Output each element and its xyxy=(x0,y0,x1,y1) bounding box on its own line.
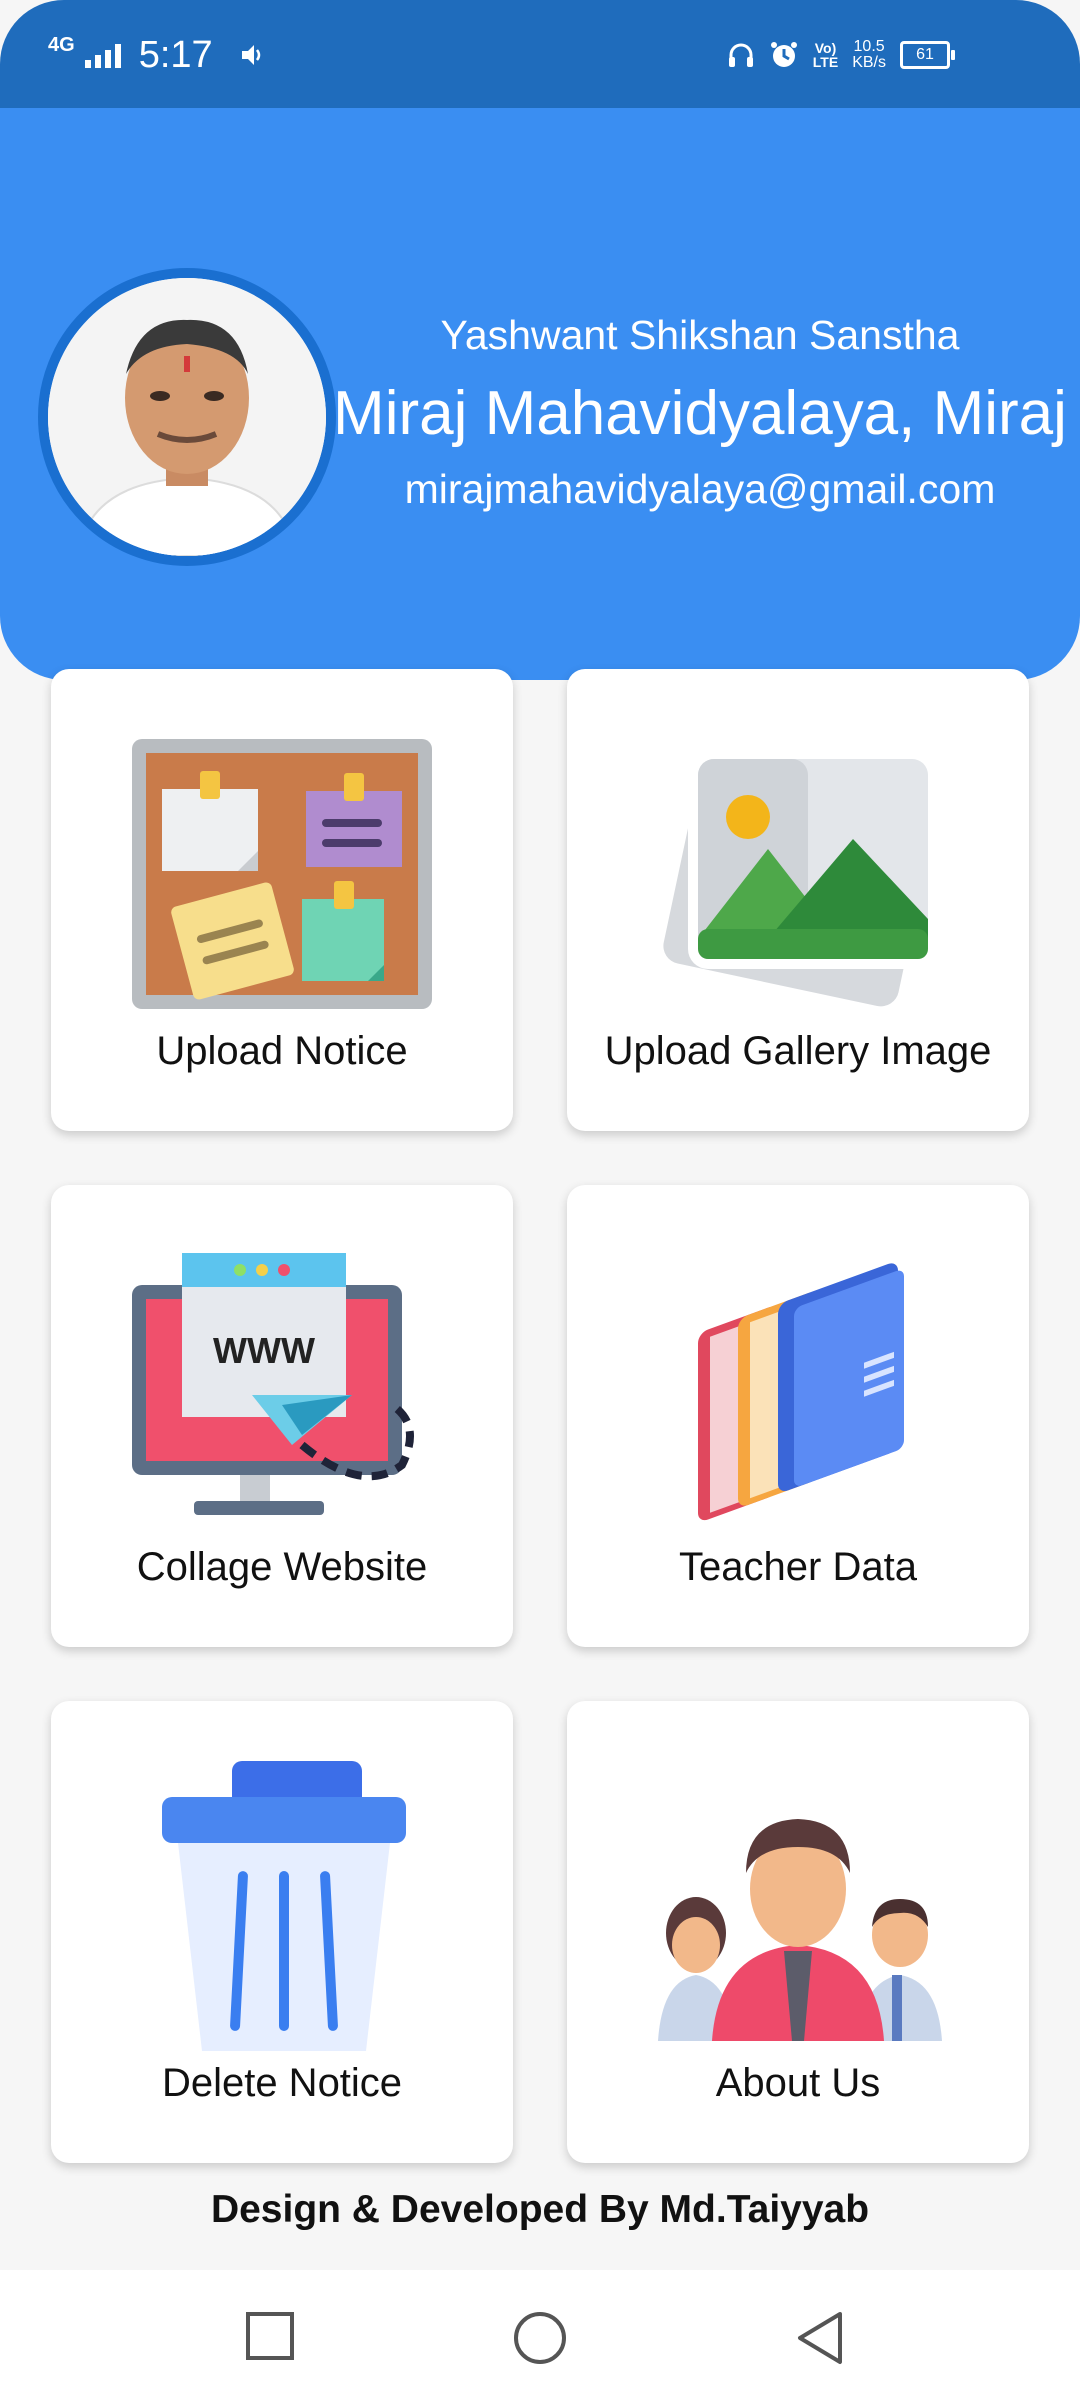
organization-name: Yashwant Shikshan Sanstha xyxy=(440,312,960,358)
portrait-image xyxy=(48,278,326,556)
card-label: Upload Notice xyxy=(156,1029,408,1073)
notice-board-icon xyxy=(132,739,432,1009)
college-email: mirajmahavidyalaya@gmail.com xyxy=(404,466,996,512)
upload-notice-card[interactable]: Upload Notice xyxy=(51,669,513,1131)
card-label: Teacher Data xyxy=(679,1545,917,1589)
net-speed: 10.5 KB/s xyxy=(852,39,886,71)
system-nav-bar xyxy=(0,2270,1080,2400)
trash-icon xyxy=(162,1761,406,2051)
status-left: 4G 5:17 xyxy=(48,30,265,80)
upload-gallery-card[interactable]: Upload Gallery Image xyxy=(567,669,1029,1131)
battery-icon: 61 xyxy=(900,41,955,69)
delete-notice-card[interactable]: Delete Notice xyxy=(51,1701,513,2163)
card-label: About Us xyxy=(715,2061,881,2105)
net-speed-value: 10.5 xyxy=(853,38,885,55)
avatar xyxy=(38,268,336,566)
back-button[interactable] xyxy=(794,2310,846,2366)
home-button[interactable] xyxy=(512,2310,568,2366)
college-name: Miraj Mahavidyalaya, Miraj xyxy=(333,379,1067,448)
teacher-data-card[interactable]: Teacher Data xyxy=(567,1185,1029,1647)
signal-icon xyxy=(84,42,121,68)
card-label: Collage Website xyxy=(136,1545,428,1589)
svg-text:WWW: WWW xyxy=(213,1330,315,1371)
gallery-image-icon xyxy=(663,749,938,1007)
volte-indicator: Vo) LTE xyxy=(812,40,839,70)
about-us-card[interactable]: About Us xyxy=(567,1701,1029,2163)
website-icon: WWW xyxy=(132,1253,414,1515)
developer-credit: Design & Developed By Md.Taiyyab xyxy=(210,2188,870,2231)
volume-icon xyxy=(241,45,260,65)
folders-icon xyxy=(698,1263,904,1521)
card-label: Upload Gallery Image xyxy=(604,1029,992,1073)
card-label: Delete Notice xyxy=(161,2061,403,2105)
network-type: 4G xyxy=(48,33,75,56)
status-bar: 4G 5:17 Vo) LTE 10.5 KB/s 61 xyxy=(0,0,1080,108)
alarm-icon xyxy=(770,42,797,67)
status-time: 5:17 xyxy=(138,33,213,76)
recent-apps-button[interactable] xyxy=(244,2310,296,2362)
net-speed-unit: KB/s xyxy=(852,54,886,71)
people-icon xyxy=(658,1819,942,2041)
headphones-icon xyxy=(728,43,753,67)
status-right: Vo) LTE 10.5 KB/s 61 xyxy=(727,30,955,80)
college-website-card[interactable]: WWW Collage Website xyxy=(51,1185,513,1647)
